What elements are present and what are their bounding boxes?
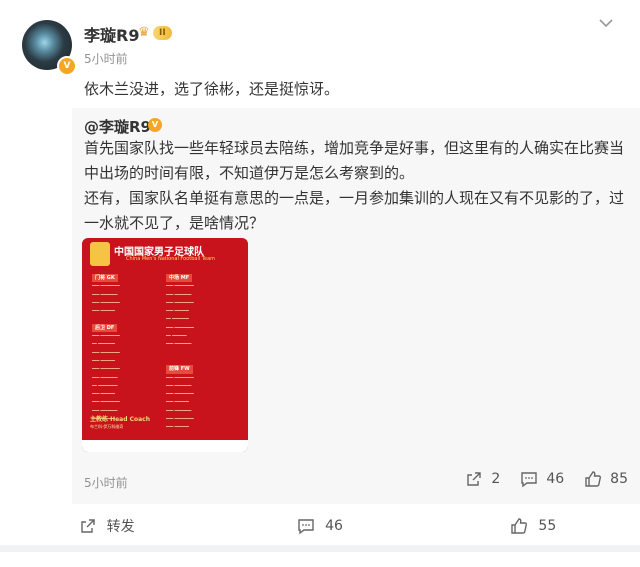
repost-like-button[interactable]: 85 <box>584 470 628 488</box>
forward-icon <box>467 472 482 486</box>
post-username[interactable]: 李璇R9 <box>84 22 139 46</box>
repost-actions: 2 46 85 <box>445 470 628 488</box>
next-post-card <box>0 552 640 567</box>
comment-button[interactable]: 46 <box>213 508 426 543</box>
mf-label: 中场 MF <box>166 274 193 283</box>
repost-time[interactable]: 5小时前 <box>84 474 128 491</box>
repost-forward-button[interactable]: 2 <box>465 470 500 488</box>
vip-badge[interactable]: ♛ II <box>136 25 172 41</box>
repost-forward-count: 2 <box>491 471 501 487</box>
like-button[interactable]: 55 <box>427 508 640 543</box>
cfa-logo <box>90 242 110 266</box>
vip-level: II <box>153 26 172 40</box>
df-label: 后卫 DF <box>92 323 118 333</box>
post-footer-actions: 转发 46 55 <box>0 508 640 543</box>
forward-icon <box>80 518 95 533</box>
like-count: 55 <box>538 517 557 534</box>
forward-label: 转发 <box>106 518 135 535</box>
chevron-down-icon[interactable] <box>598 16 616 30</box>
image-subtitle: China Men's National Football Team <box>126 256 216 262</box>
weibo-post-card: V 李璇R9 ♛ II 5小时前 依木兰没进，选了徐彬，还是挺惊讶。 @李璇R9… <box>0 0 640 545</box>
sponsor-strip <box>82 440 248 452</box>
repost-text: 首先国家队找一些年轻球员去陪练，增加竞争是好事，但这里有的人确实在比赛当中出场的… <box>84 139 625 232</box>
comment-icon <box>521 472 538 488</box>
squad-list-image[interactable]: 中国国家男子足球队 China Men's National Football … <box>82 238 248 452</box>
image-left-column: 门将 GK ━━━ ━━━━━━━━ ━━━ ━━━━━━━ ━━━ ━━━━━… <box>92 274 120 422</box>
fw-label: 前锋 FW <box>166 365 193 374</box>
reposted-content[interactable]: @李璇R9 V 首先国家队找一些年轻球员去陪练，增加竞争是好事，但这里有的人确实… <box>72 108 640 504</box>
repost-comment-count: 46 <box>546 471 565 487</box>
thumbs-up-icon <box>585 471 602 487</box>
forward-button[interactable]: 转发 <box>0 508 213 543</box>
comment-icon <box>298 518 314 534</box>
verified-badge-icon: V <box>148 118 162 132</box>
gk-label: 门将 GK <box>92 274 118 283</box>
image-right-column: 中场 MF ━━━ ━━━━━━━━ ━━━ ━━━━━━━ ━━━ ━━━━━… <box>166 274 194 430</box>
coach-label: 主教练 Head Coach <box>90 416 151 423</box>
coach-name: 布兰科·伊万科维奇 <box>90 424 124 429</box>
repost-like-count: 85 <box>610 471 628 487</box>
repost-comment-button[interactable]: 46 <box>520 470 564 488</box>
comment-count: 46 <box>325 517 343 534</box>
thumbs-up-icon <box>511 517 528 534</box>
post-text: 依木兰没进，选了徐彬，还是挺惊讶。 <box>84 80 340 98</box>
crown-icon: ♛ <box>138 25 150 40</box>
repost-username[interactable]: @李璇R9 <box>84 116 151 137</box>
verified-badge-icon: V <box>57 56 77 76</box>
post-time[interactable]: 5小时前 <box>84 50 128 67</box>
